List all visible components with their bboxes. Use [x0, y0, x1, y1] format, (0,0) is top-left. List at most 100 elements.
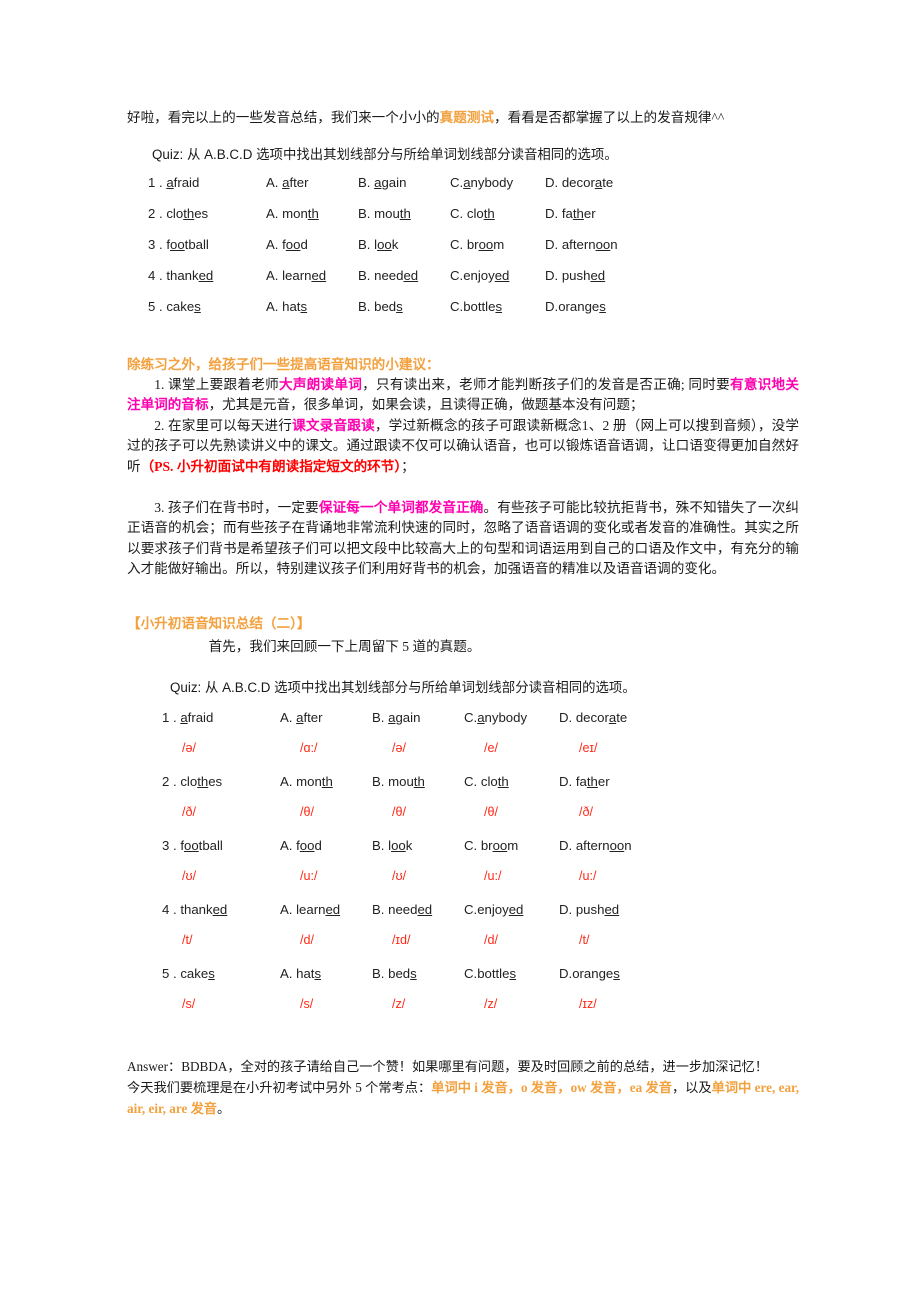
word-prefix: A. hat [280, 966, 315, 981]
word-underlined-part: a [180, 710, 188, 725]
word-underlined-part: th [307, 206, 319, 221]
word-underlined-part: th [413, 774, 425, 789]
quiz-option: A. month [280, 774, 372, 805]
word-underlined-part: ed [417, 902, 433, 917]
word-underlined-part: ed [604, 902, 620, 917]
word-prefix: B. [358, 175, 375, 190]
ipa-option: /e/ [484, 741, 499, 755]
word-prefix: B. l [358, 237, 378, 252]
ipa-option: /u:/ [300, 869, 318, 883]
word-suffix: n [624, 838, 632, 853]
advice-item-3: 3. 孩子们在背书时，一定要保证每一个单词都发音正确。有些孩子可能比较抗拒背书，… [127, 498, 799, 580]
word-underlined-part: oo [492, 838, 508, 853]
answer-line2-part-c: 。 [216, 1101, 231, 1116]
quiz-option: A. food [280, 838, 372, 869]
advice-item-2: 2. 在家里可以每天进行课文录音跟读，学过新概念的孩子可跟读新概念1、2 册（网… [127, 416, 799, 477]
quiz-option: B. needed [358, 268, 450, 299]
quiz-option: A. food [266, 237, 358, 268]
word-underlined-part: th [197, 774, 209, 789]
word-underlined-part: th [399, 206, 411, 221]
word-prefix: D. aftern [545, 237, 596, 252]
quiz-ipa-row: /s/ /s/ /z/ /z/ /ɪz/ [162, 997, 654, 1030]
word-prefix: 1 . [148, 175, 167, 190]
ipa-option: /ɪd/ [392, 933, 411, 947]
quiz-row: 4 . thanked A. learned B. needed C.enjoyed D… [162, 902, 654, 933]
quiz-option: D.oranges [545, 299, 640, 330]
word-prefix: A. learn [280, 902, 326, 917]
word-underlined-part: s [314, 966, 322, 981]
ipa-option: /eɪ/ [579, 741, 598, 755]
answer-line-2: 今天我们要梳理是在小升初考试中另外 5 个常考点：单词中 i 发音，o 发音，o… [127, 1077, 799, 1119]
word-underlined-part: ed [212, 902, 228, 917]
ipa-stem: /ʊ/ [182, 869, 197, 883]
quiz-option: B. needed [372, 902, 464, 933]
ipa-option: /s/ [300, 997, 314, 1011]
word-prefix: A. f [280, 838, 300, 853]
quiz-option: B. mouth [372, 774, 464, 805]
word-prefix: 5 . cake [148, 299, 195, 314]
word-underlined-part: s [208, 966, 215, 981]
quiz-option: C. broom [450, 237, 545, 268]
quiz-stem: 3 . football [162, 838, 280, 869]
word-prefix: C. clo [464, 774, 498, 789]
quiz-stem: 2 . clothes [148, 206, 266, 237]
word-prefix: D. fa [559, 774, 587, 789]
word-prefix: D.orange [545, 299, 600, 314]
quiz-option: A. hats [266, 299, 358, 330]
ipa-option: /t/ [579, 933, 590, 947]
word-underlined-part: s [300, 299, 308, 314]
word-suffix: es [194, 206, 209, 221]
quiz-row: 5 . cakes A. hats B. beds C.bottles D.orange… [162, 966, 654, 997]
quiz-option: C.anybody [450, 175, 545, 206]
word-prefix: C. br [450, 237, 479, 252]
advice-item1-highlight-1: 大声朗读单词 [278, 377, 363, 392]
quiz-option: C. cloth [450, 206, 545, 237]
advice-item1-part-c: ，尤其是元音，很多单词，如果会读，且读得正确，做题基本没有问题； [208, 397, 644, 413]
quiz-option: D. pushed [545, 268, 640, 299]
advice-item2-part-a: 2. 在家里可以每天进行 [154, 418, 293, 433]
word-suffix: es [208, 774, 223, 789]
word-prefix: A. mon [280, 774, 322, 789]
quiz-option: C.bottles [464, 966, 559, 997]
word-suffix: te [616, 710, 628, 725]
word-underlined-part: th [586, 774, 598, 789]
word-underlined-part: s [194, 299, 201, 314]
word-underlined-part: s [509, 966, 517, 981]
word-prefix: B. mou [358, 206, 400, 221]
word-suffix: gain [381, 175, 407, 190]
quiz-stem: 2 . clothes [162, 774, 280, 805]
word-prefix: B. bed [358, 299, 397, 314]
word-prefix: A. [266, 175, 283, 190]
word-suffix: d [300, 237, 308, 252]
word-underlined-part: ed [508, 902, 524, 917]
word-suffix: er [597, 774, 610, 789]
quiz1-prompt: Quiz: 从 A.B.C.D 选项中找出其划线部分与所给单词划线部分读音相同的… [152, 147, 618, 162]
ipa-option: /θ/ [392, 805, 407, 819]
word-underlined-part: oo [391, 838, 406, 853]
quiz-option: D. afternoon [559, 838, 654, 869]
quiz2-table: 1 . afraid A. after B. again C.anybody D. de… [162, 710, 654, 1030]
quiz-ipa-row: /ʊ/ /u:/ /ʊ/ /u:/ /u:/ [162, 869, 654, 902]
word-prefix: C. [450, 175, 464, 190]
quiz-stem: 1 . afraid [148, 175, 266, 206]
intro-lead-after: ，看看是否都掌握了以上的发音规律^^ [494, 110, 725, 125]
ipa-stem: /t/ [182, 933, 193, 947]
word-suffix: fraid [173, 175, 200, 190]
advice-item3-highlight: 保证每一个单词都发音正确 [318, 500, 484, 515]
word-prefix: 2 . clo [162, 774, 198, 789]
word-underlined-part: ed [325, 902, 341, 917]
ipa-stem: /ə/ [182, 741, 197, 755]
word-prefix: A. f [266, 237, 286, 252]
word-prefix: D. decor [559, 710, 609, 725]
quiz-option: C. cloth [464, 774, 559, 805]
word-underlined-part: oo [299, 838, 315, 853]
quiz-row: 4 . thanked A. learned B. needed C.enjoyed D… [148, 268, 640, 299]
quiz-option: D. decorate [545, 175, 640, 206]
word-prefix: C.bottle [450, 299, 496, 314]
section2-recap: 首先，我们来回顾一下上周留下 5 道的真题。 [208, 639, 481, 654]
word-prefix: B. need [358, 268, 404, 283]
section2-heading: 【小升初语音知识总结（二）】 [127, 616, 311, 631]
ipa-option: /ə/ [392, 741, 407, 755]
word-prefix: 5 . cake [162, 966, 209, 981]
quiz-option: C.enjoyed [450, 268, 545, 299]
